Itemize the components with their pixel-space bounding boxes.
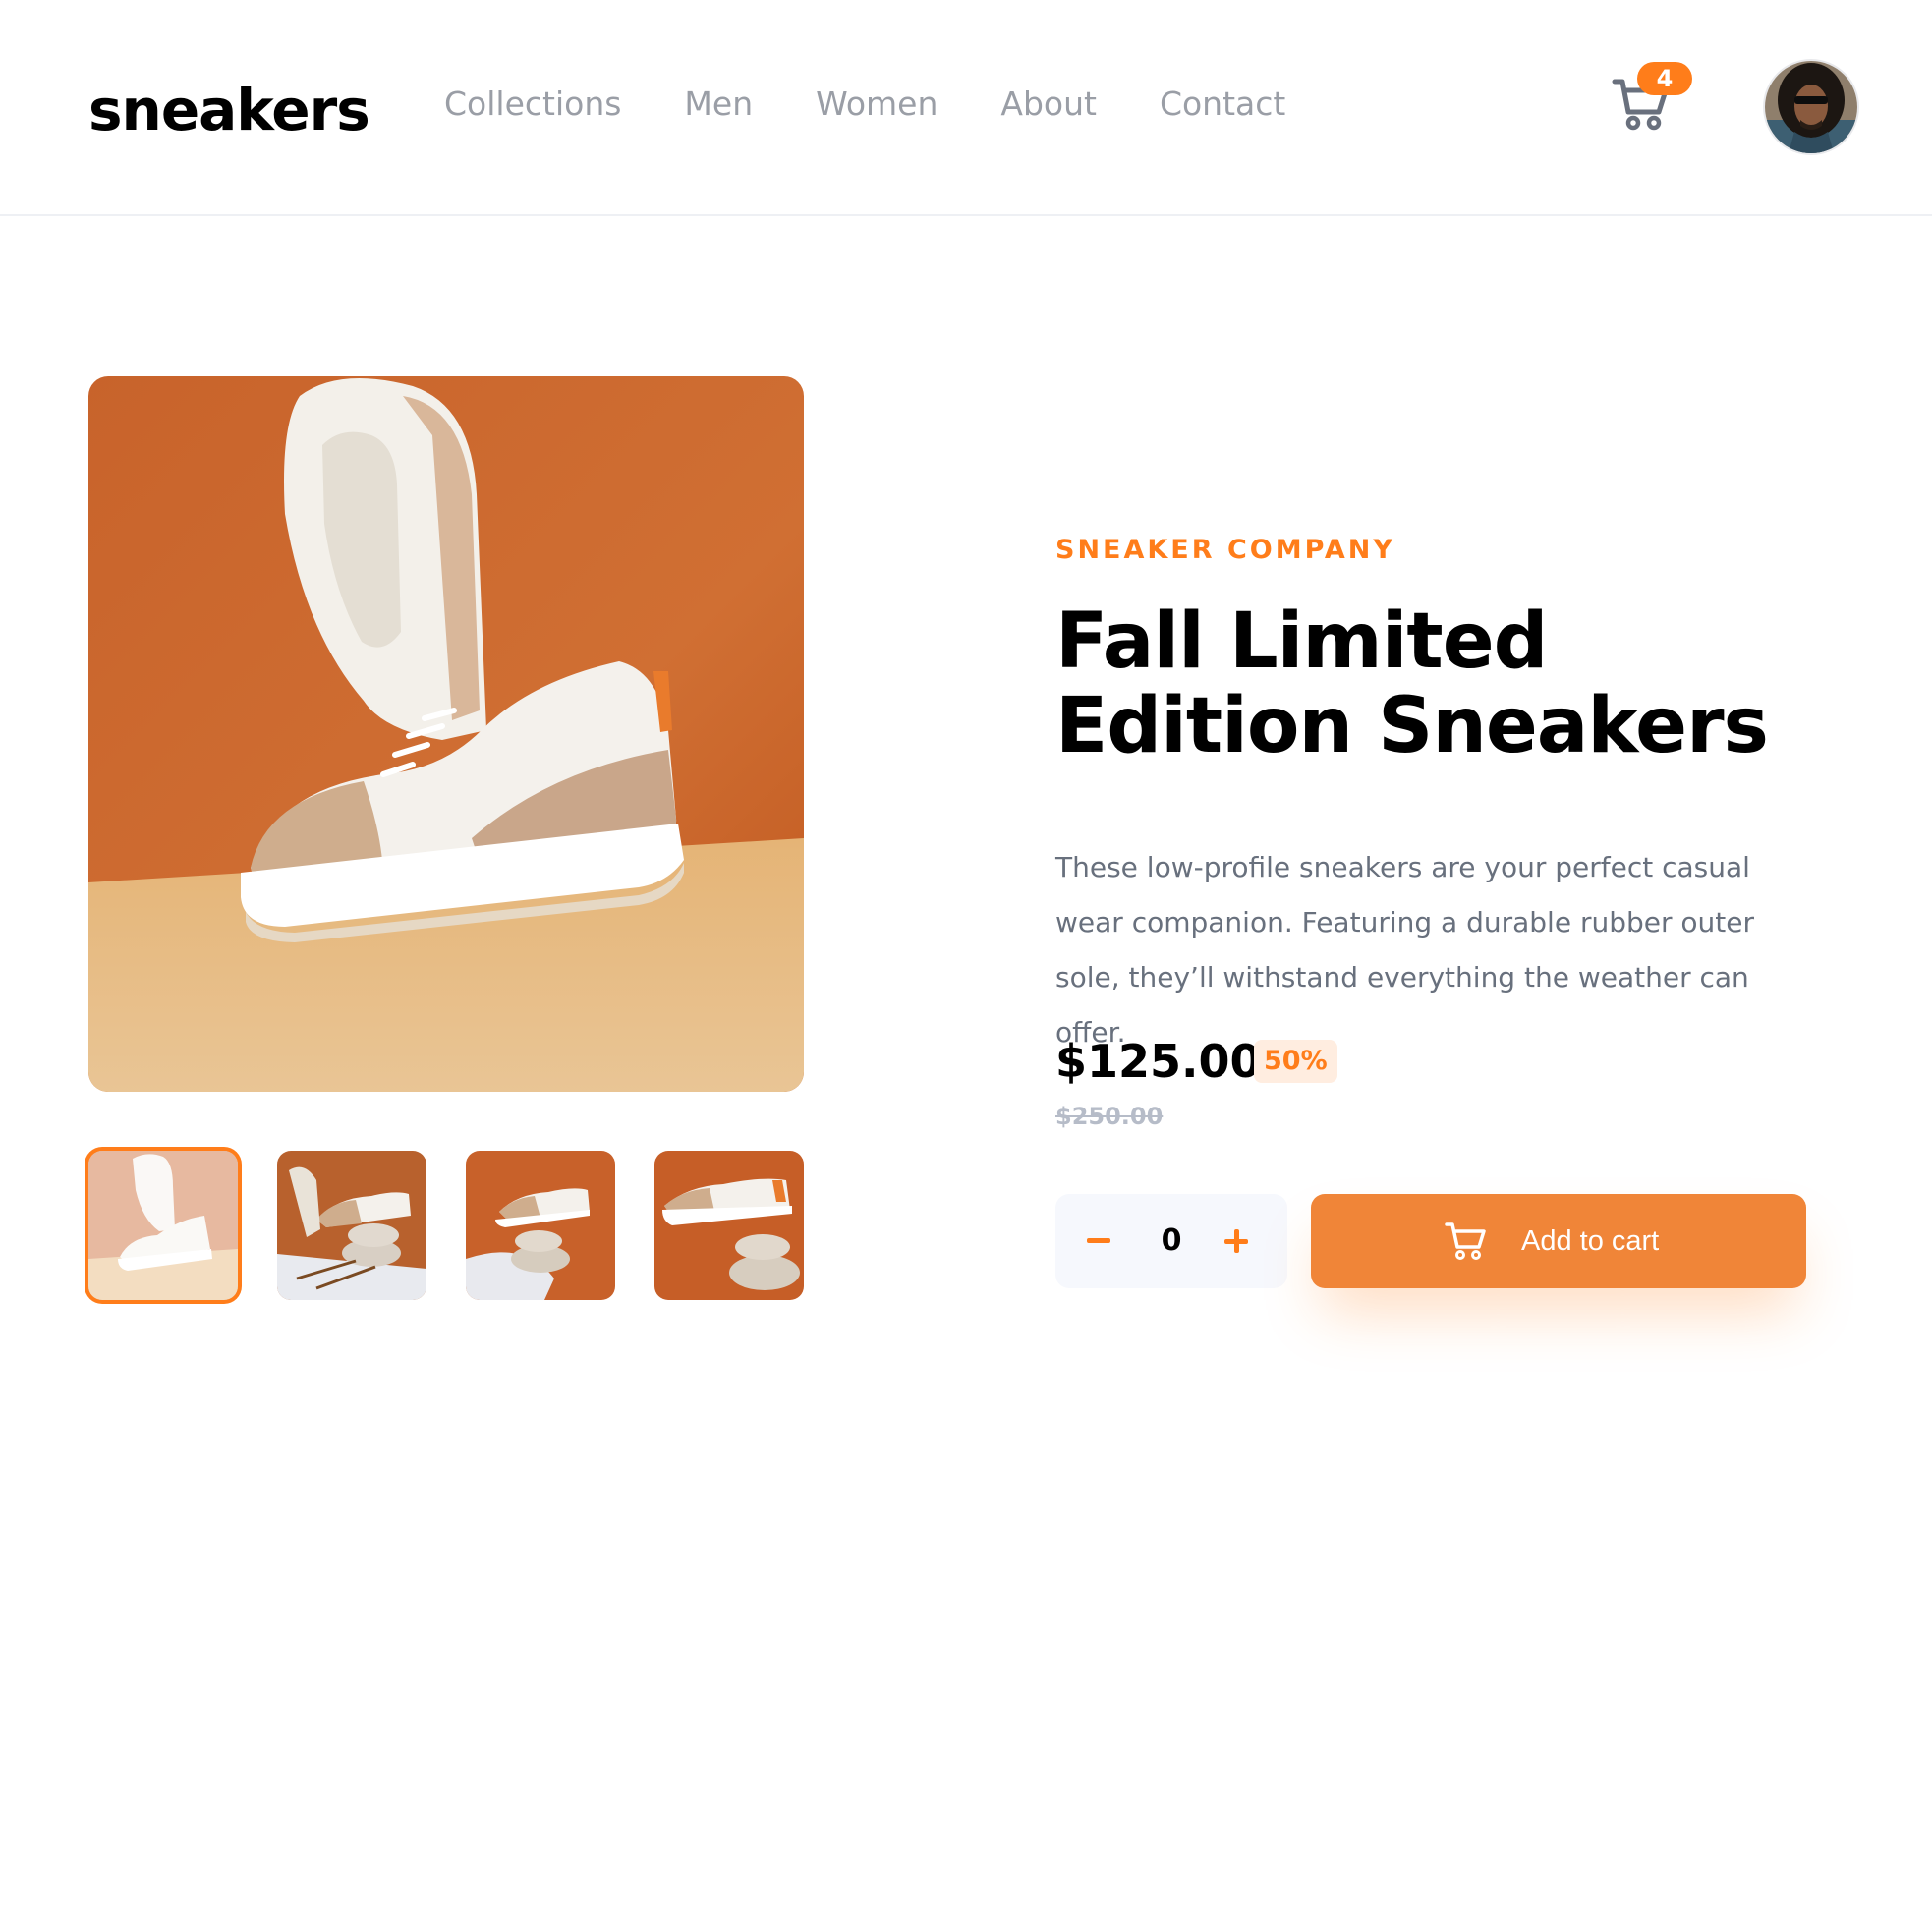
add-to-cart-label: Add to cart xyxy=(1521,1225,1660,1257)
nav-collections[interactable]: Collections xyxy=(444,81,621,128)
product-thumbnail-1[interactable] xyxy=(88,1151,238,1300)
thumbnail-strip xyxy=(88,1151,804,1300)
add-to-cart-button[interactable]: Add to cart xyxy=(1311,1194,1806,1288)
nav-women[interactable]: Women xyxy=(816,81,938,128)
quantity-stepper: 0 xyxy=(1055,1194,1287,1288)
site-header: sneakers Collections Men Women About Con… xyxy=(0,0,1932,216)
nav-about[interactable]: About xyxy=(1000,81,1097,128)
main-nav: Collections Men Women About Contact xyxy=(444,81,1285,128)
discount-badge: 50% xyxy=(1254,1040,1337,1083)
nav-men[interactable]: Men xyxy=(684,81,753,128)
user-avatar[interactable] xyxy=(1765,61,1857,153)
current-price: $125.00 xyxy=(1055,1035,1262,1088)
product-thumbnail-4[interactable] xyxy=(654,1151,804,1300)
product-thumbnail-2[interactable] xyxy=(277,1151,426,1300)
product-title: Fall Limited Edition Sneakers xyxy=(1055,597,1769,770)
product-description: These low-profile sneakers are your perf… xyxy=(1055,851,1754,1049)
company-name: SNEAKER COMPANY xyxy=(1055,535,1395,565)
nav-contact[interactable]: Contact xyxy=(1160,81,1285,128)
cart-icon xyxy=(1445,1222,1488,1261)
original-price: $250.00 xyxy=(1055,1103,1164,1130)
site-logo[interactable]: sneakers xyxy=(88,71,370,149)
minus-icon[interactable] xyxy=(1083,1222,1122,1261)
plus-icon[interactable] xyxy=(1217,1222,1256,1261)
product-main-image[interactable] xyxy=(88,376,804,1092)
cart-count-badge: 4 xyxy=(1637,62,1692,95)
quantity-value: 0 xyxy=(1161,1223,1182,1258)
product-thumbnail-3[interactable] xyxy=(466,1151,615,1300)
